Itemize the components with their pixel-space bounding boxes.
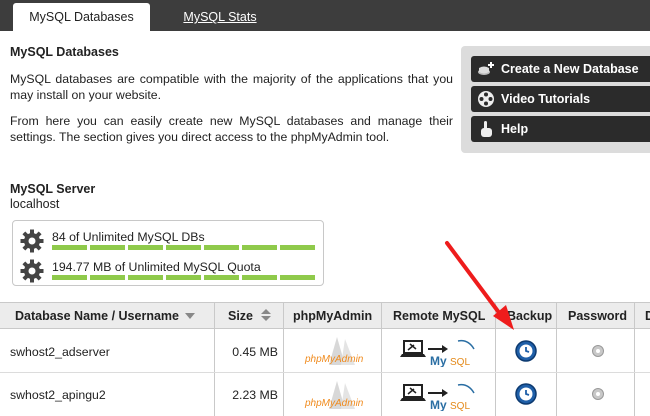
password-button[interactable] <box>590 343 606 359</box>
svg-text:phpMyAdmin: phpMyAdmin <box>304 398 364 409</box>
film-reel-icon <box>478 91 494 107</box>
svg-text:SQL: SQL <box>450 357 470 367</box>
header-backup: Backup <box>507 309 553 323</box>
db-size: 0.45 MB <box>232 345 278 359</box>
header-name-label: Database Name / Username <box>15 309 179 323</box>
header-size[interactable]: Size <box>228 303 272 329</box>
backup-clock-icon <box>515 340 537 362</box>
settings-gear-icon <box>592 345 604 357</box>
phpmyadmin-logo-icon: phpMyAdmin <box>304 337 364 365</box>
help-button[interactable]: Help <box>471 116 650 142</box>
gear-icon <box>20 229 44 253</box>
gear-icon <box>20 259 44 283</box>
server-host: localhost <box>10 197 60 211</box>
table-row: swhost2_apingu2 2.23 MB phpMyAdmin My SQ… <box>0 373 650 416</box>
db-name: swhost2_adserver <box>10 345 110 359</box>
db-name: swhost2_apingu2 <box>10 388 106 402</box>
video-tutorials-label: Video Tutorials <box>501 92 591 106</box>
help-label: Help <box>501 122 529 136</box>
header-password: Password <box>568 309 628 323</box>
action-panel: Create a New Database Video Tutorials He… <box>461 46 650 153</box>
video-tutorials-button[interactable]: Video Tutorials <box>471 86 650 112</box>
phpmyadmin-link[interactable]: phpMyAdmin <box>303 379 365 413</box>
svg-text:SQL: SQL <box>450 401 470 411</box>
pointing-hand-icon <box>481 121 492 137</box>
svg-text:My: My <box>430 398 447 411</box>
sort-arrow-icon[interactable] <box>260 308 272 322</box>
settings-gear-icon <box>592 388 604 400</box>
header-truncated: D <box>645 309 650 323</box>
header-phpmyadmin: phpMyAdmin <box>293 309 373 323</box>
sort-arrow-icon[interactable] <box>184 313 195 319</box>
quota-box: 84 of Unlimited MySQL DBs 194.77 MB of U… <box>12 220 324 286</box>
tab-bar: MySQL Databases MySQL Stats <box>0 0 650 31</box>
quota-dbs-bar <box>52 245 315 250</box>
svg-text:My: My <box>430 354 447 367</box>
quota-size-text: 194.77 MB of Unlimited MySQL Quota <box>52 260 261 274</box>
create-database-label: Create a New Database <box>501 62 639 76</box>
phpmyadmin-link[interactable]: phpMyAdmin <box>303 335 365 369</box>
intro-paragraph: From here you can easily create new MySQ… <box>10 114 453 144</box>
tab-mysql-databases[interactable]: MySQL Databases <box>13 3 150 31</box>
header-remote: Remote MySQL <box>393 309 486 323</box>
remote-mysql-link[interactable]: My SQL <box>398 335 480 368</box>
laptop-to-mysql-icon: My SQL <box>400 383 475 412</box>
backup-button[interactable] <box>514 339 538 363</box>
quota-size-bar <box>52 275 315 280</box>
server-title: MySQL Server <box>10 182 96 196</box>
password-button[interactable] <box>590 386 606 402</box>
backup-clock-icon <box>515 383 537 405</box>
database-create-icon <box>478 62 494 75</box>
quota-dbs-text: 84 of Unlimited MySQL DBs <box>52 230 205 244</box>
db-size: 2.23 MB <box>232 388 278 402</box>
page-title: MySQL Databases <box>10 45 119 59</box>
main-content: MySQL Databases MySQL databases are comp… <box>0 31 650 416</box>
tab-mysql-stats[interactable]: MySQL Stats <box>170 3 270 31</box>
phpmyadmin-logo-icon: phpMyAdmin <box>304 381 364 409</box>
svg-text:phpMyAdmin: phpMyAdmin <box>304 354 364 365</box>
intro-paragraph: MySQL databases are compatible with the … <box>10 72 453 102</box>
header-size-label: Size <box>228 309 254 323</box>
laptop-to-mysql-icon: My SQL <box>400 339 475 368</box>
table-header: Database Name / Username Size phpMyAdmin… <box>0 302 650 329</box>
remote-mysql-link[interactable]: My SQL <box>398 379 480 412</box>
header-name[interactable]: Database Name / Username <box>15 303 195 329</box>
database-table: Database Name / Username Size phpMyAdmin… <box>0 302 650 416</box>
table-row: swhost2_adserver 0.45 MB phpMyAdmin My S… <box>0 329 650 373</box>
create-database-button[interactable]: Create a New Database <box>471 56 650 82</box>
backup-button[interactable] <box>514 382 538 406</box>
